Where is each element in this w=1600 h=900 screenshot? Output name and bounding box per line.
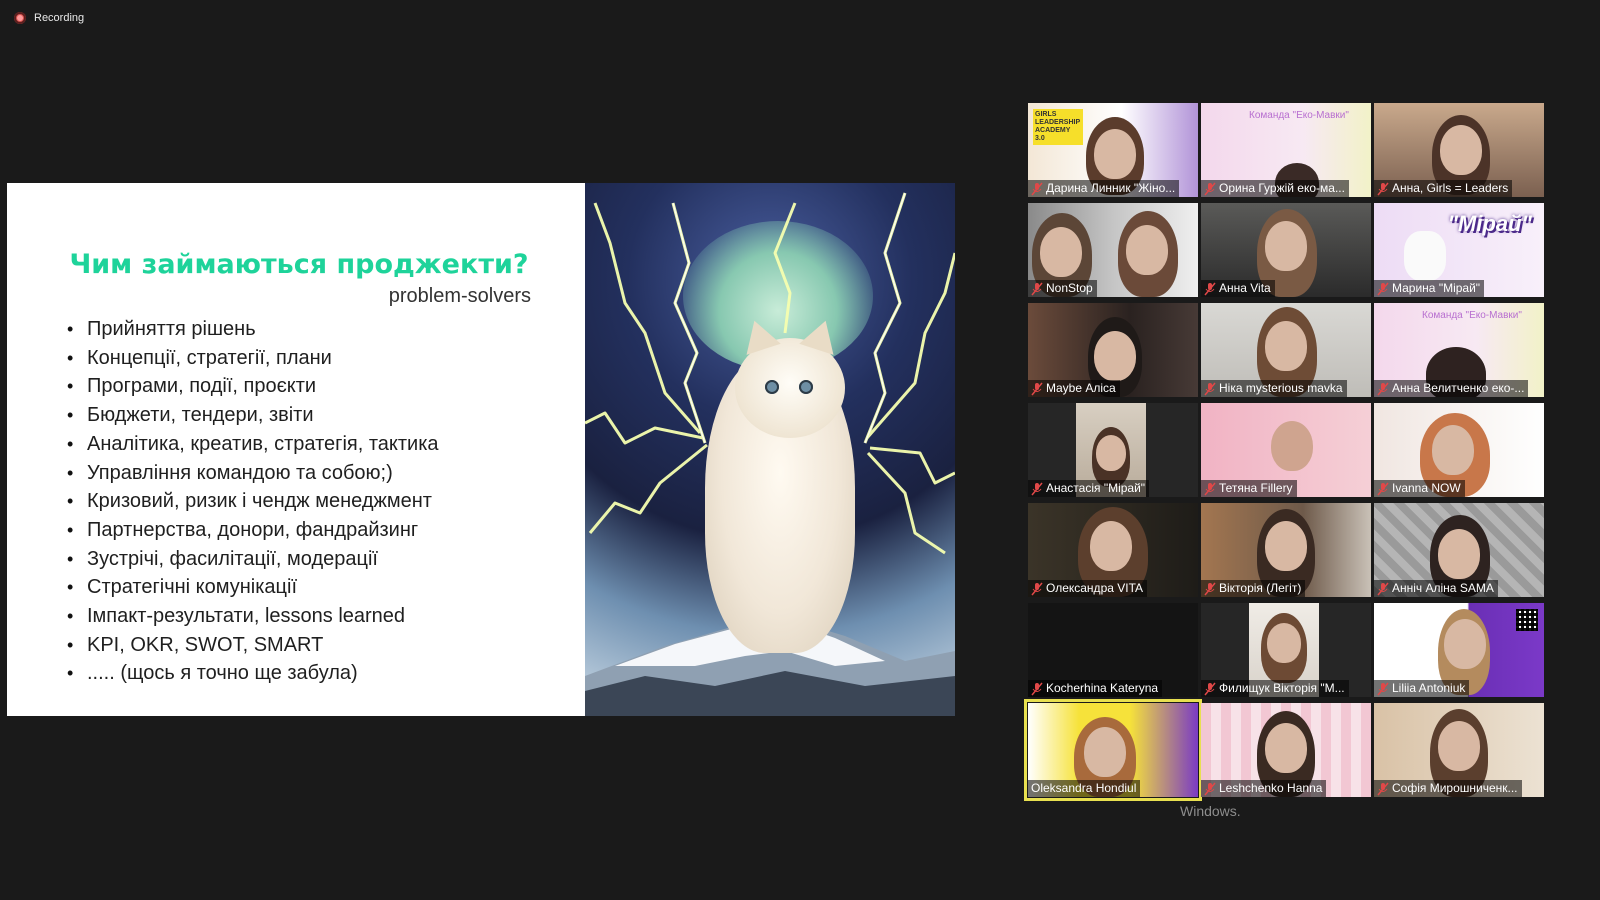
participant-tile[interactable]: Тетяна Fillery: [1201, 403, 1371, 497]
participant-tile[interactable]: Ivanna NOW: [1374, 403, 1544, 497]
muted-mic-icon: [1031, 482, 1043, 495]
recording-label: Recording: [34, 12, 85, 24]
bullet-item: KPI, OKR, SWOT, SMART: [67, 631, 439, 660]
muted-mic-icon: [1031, 582, 1043, 595]
bullet-item: Прийняття рішень: [67, 315, 439, 344]
muted-mic-icon: [1204, 382, 1216, 395]
muted-mic-icon: [1204, 182, 1216, 195]
participant-name: NonStop: [1046, 281, 1093, 295]
participant-tile[interactable]: Maybe Аліса: [1028, 303, 1198, 397]
muted-mic-icon: [1377, 682, 1389, 695]
muted-mic-icon: [1377, 182, 1389, 195]
participant-name: Ніка mysterious mavka: [1219, 381, 1343, 395]
participant-name: Leshchenko Hanna: [1219, 781, 1323, 795]
muted-mic-icon: [1031, 282, 1043, 295]
participant-tile[interactable]: Ніка mysterious mavka: [1201, 303, 1371, 397]
participant-name: Анна, Girls = Leaders: [1392, 181, 1509, 195]
bullet-item: Управління командою та собою;): [67, 459, 439, 488]
participant-name: Анастасія "Мірай": [1046, 481, 1146, 495]
muted-mic-icon: [1204, 282, 1216, 295]
participant-tile[interactable]: Анна Vita: [1201, 203, 1371, 297]
participant-name: Maybe Аліса: [1046, 381, 1116, 395]
cat-lightning-image: [585, 183, 955, 716]
muted-mic-icon: [1377, 582, 1389, 595]
bullet-item: Аналітика, креатив, стратегія, тактика: [67, 430, 439, 459]
muted-mic-icon: [1204, 582, 1216, 595]
participant-tile[interactable]: Анастасія "Мірай": [1028, 403, 1198, 497]
team-banner: Команда "Еко-Мавки": [1249, 110, 1349, 121]
participant-name: Вікторія (Легіт): [1219, 581, 1302, 595]
shared-slide: Чим займаються проджекти? problem-solver…: [7, 183, 955, 716]
bullet-item: ..... (щось я точно ще забула): [67, 659, 439, 688]
record-icon: [14, 12, 26, 24]
participant-name: Тетяна Fillery: [1219, 481, 1293, 495]
participant-tile[interactable]: Филищук Вікторія "M...: [1201, 603, 1371, 697]
qr-code-icon: [1516, 609, 1538, 631]
lightning-graphic: [585, 192, 955, 555]
participant-tile[interactable]: GIRLS LEADERSHIP ACADEMY 3.0 Дарина Линн…: [1028, 103, 1198, 197]
team-banner: "Мірай": [1447, 211, 1532, 236]
participant-name: Oleksandra Hondiul: [1031, 781, 1137, 795]
participant-tile[interactable]: Анніч Аліна SAMA: [1374, 503, 1544, 597]
participant-tile[interactable]: Вікторія (Легіт): [1201, 503, 1371, 597]
slide-title: Чим займаються проджекти?: [69, 249, 529, 280]
muted-mic-icon: [1377, 482, 1389, 495]
muted-mic-icon: [1204, 682, 1216, 695]
recording-indicator[interactable]: Recording: [14, 12, 84, 24]
bullet-item: Концепції, стратегії, плани: [67, 344, 439, 373]
participant-name: Филищук Вікторія "M...: [1219, 681, 1345, 695]
participant-name: Анніч Аліна SAMA: [1392, 581, 1494, 595]
participant-tile[interactable]: Софія Мирошниченк...: [1374, 703, 1544, 797]
participant-name: Олександра VITA: [1046, 581, 1144, 595]
muted-mic-icon: [1031, 682, 1043, 695]
participant-name: Марина "Мірай": [1392, 281, 1481, 295]
participant-name: Анна Vita: [1219, 281, 1271, 295]
participant-tile[interactable]: Анна, Girls = Leaders: [1374, 103, 1544, 197]
bullet-item: Партнерства, донори, фандрайзинг: [67, 516, 439, 545]
muted-mic-icon: [1377, 782, 1389, 795]
participant-tile[interactable]: Leshchenko Hanna: [1201, 703, 1371, 797]
participant-name: Дарина Линник "Жіно...: [1046, 181, 1176, 195]
bullet-item: Зустрічі, фасилітації, модерації: [67, 545, 439, 574]
muted-mic-icon: [1204, 782, 1216, 795]
participant-tile[interactable]: Олександра VITA: [1028, 503, 1198, 597]
participant-tile[interactable]: Kocherhina Kateryna: [1028, 603, 1198, 697]
participant-tile[interactable]: NonStop: [1028, 203, 1198, 297]
windows-activation-watermark: Windows.: [1180, 803, 1241, 819]
muted-mic-icon: [1204, 482, 1216, 495]
participant-tile[interactable]: Команда "Еко-Мавки" Анна Велитченко еко-…: [1374, 303, 1544, 397]
participant-name: Ivanna NOW: [1392, 481, 1461, 495]
muted-mic-icon: [1031, 182, 1043, 195]
muted-mic-icon: [1377, 282, 1389, 295]
slide-bullet-list: Прийняття рішень Концепції, стратегії, п…: [67, 315, 439, 688]
academy-logo: GIRLS LEADERSHIP ACADEMY 3.0: [1033, 109, 1083, 145]
participant-tile[interactable]: "Мірай" Марина "Мірай": [1374, 203, 1544, 297]
participant-name: Орина Гуржій еко-ма...: [1219, 181, 1345, 195]
participant-tile[interactable]: Команда "Еко-Мавки" Орина Гуржій еко-ма.…: [1201, 103, 1371, 197]
participant-name: Анна Велитченко еко-...: [1392, 381, 1525, 395]
participant-name: Kocherhina Kateryna: [1046, 681, 1159, 695]
participant-tile-active-speaker[interactable]: Oleksandra Hondiul: [1024, 699, 1202, 801]
slide-subtitle: problem-solvers: [388, 285, 531, 307]
bullet-item: Імпакт-результати, lessons learned: [67, 602, 439, 631]
participant-name: Софія Мирошниченк...: [1392, 781, 1518, 795]
participant-tile[interactable]: Liliia Antoniuk: [1374, 603, 1544, 697]
muted-mic-icon: [1031, 382, 1043, 395]
slide-text-panel: Чим займаються проджекти? problem-solver…: [7, 183, 585, 716]
bullet-item: Кризовий, ризик і чендж менеджмент: [67, 487, 439, 516]
team-banner: Команда "Еко-Мавки": [1422, 310, 1522, 321]
bullet-item: Програми, події, проєкти: [67, 372, 439, 401]
bullet-item: Бюджети, тендери, звіти: [67, 401, 439, 430]
muted-mic-icon: [1377, 382, 1389, 395]
bullet-item: Стратегічні комунікації: [67, 573, 439, 602]
participant-name: Liliia Antoniuk: [1392, 681, 1466, 695]
